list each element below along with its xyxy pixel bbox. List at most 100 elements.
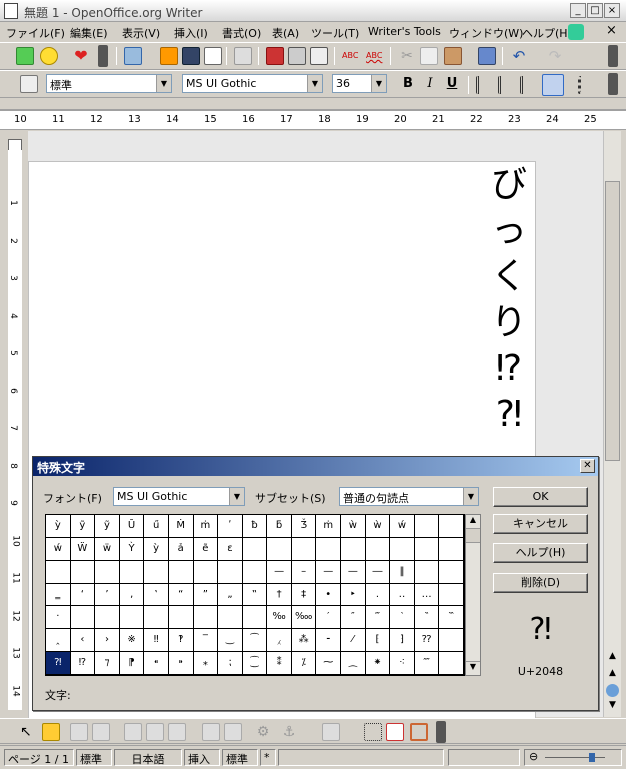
character-cell[interactable]: [193, 560, 219, 584]
character-cell[interactable]: Ỳ: [119, 537, 145, 561]
align-left-icon[interactable]: [476, 76, 494, 94]
character-cell[interactable]: †: [267, 583, 292, 607]
chevron-down-icon[interactable]: ▼: [371, 75, 386, 92]
character-cell[interactable]: [365, 537, 391, 561]
character-cell[interactable]: ‹: [70, 629, 96, 653]
character-cell[interactable]: [291, 537, 317, 561]
font-name-select[interactable]: MS UI Gothic ▼: [182, 74, 323, 93]
minimize-button[interactable]: _: [570, 3, 586, 18]
character-cell[interactable]: ⁍: [168, 652, 194, 675]
redo-icon[interactable]: ↷: [546, 47, 564, 65]
language-status[interactable]: 日本語: [114, 749, 182, 766]
extrusion-icon[interactable]: ⚙: [254, 723, 272, 741]
character-cell[interactable]: [193, 606, 219, 630]
character-cell[interactable]: [95, 606, 120, 630]
selection-mode-status[interactable]: 標準: [222, 749, 258, 766]
character-cell[interactable]: “: [168, 583, 194, 607]
scrollbar-thumb[interactable]: [605, 181, 620, 461]
character-cell[interactable]: [119, 606, 145, 630]
character-cell[interactable]: ɛ: [218, 537, 243, 561]
character-cell[interactable]: [168, 606, 194, 630]
character-cell[interactable]: ỹ: [70, 515, 96, 538]
dialog-title-bar[interactable]: 特殊文字 ✕: [33, 457, 598, 476]
dialog-font-select[interactable]: MS UI Gothic ▼: [113, 487, 245, 506]
prev-page-icon[interactable]: ▲: [606, 668, 619, 681]
character-cell[interactable]: ⁖: [390, 652, 415, 675]
italic-button[interactable]: I: [420, 74, 440, 94]
cut-icon[interactable]: ✂: [398, 47, 416, 65]
character-cell[interactable]: [439, 583, 464, 607]
character-cell[interactable]: ⁆: [390, 629, 415, 653]
character-cell[interactable]: ‶: [414, 606, 440, 630]
anchor-icon[interactable]: ⚓: [280, 723, 298, 741]
character-cell[interactable]: ‷: [439, 606, 464, 630]
horizontal-ruler[interactable]: 10 11 12 13 14 15 16 17 18 19 20 21 22 23 24 25: [0, 110, 626, 130]
ok-button[interactable]: OK: [493, 487, 588, 507]
align-right-icon[interactable]: [520, 76, 538, 94]
character-cell[interactable]: ⁉: [70, 652, 96, 675]
text-character[interactable]: び: [489, 162, 529, 208]
character-cell[interactable]: ⁀: [242, 629, 268, 653]
character-cell[interactable]: ⁒: [291, 652, 317, 675]
character-cell[interactable]: …: [414, 583, 440, 607]
styles-icon[interactable]: [20, 75, 38, 93]
print-icon[interactable]: [288, 47, 306, 65]
character-cell[interactable]: Ū: [119, 515, 145, 538]
paste-icon[interactable]: [444, 47, 462, 65]
character-cell[interactable]: ‗: [46, 583, 71, 607]
align-center-icon[interactable]: [498, 76, 516, 94]
character-cell[interactable]: —: [316, 560, 342, 584]
table-icon[interactable]: [146, 723, 164, 741]
character-cell[interactable]: ả: [168, 537, 194, 561]
menu-file[interactable]: ファイル(F): [6, 25, 65, 41]
delete-button[interactable]: 削除(D): [493, 573, 588, 593]
character-cell[interactable]: [316, 537, 342, 561]
character-cell[interactable]: ẽ: [193, 537, 219, 561]
document-close-button[interactable]: ×: [606, 23, 617, 38]
zoom-thumb[interactable]: [589, 753, 595, 762]
menu-tools[interactable]: ツール(T): [311, 25, 359, 41]
character-cell[interactable]: ⁐: [242, 652, 268, 675]
chevron-down-icon[interactable]: ▼: [463, 488, 478, 505]
toolbar-grip[interactable]: [0, 98, 626, 110]
character-cell[interactable]: ẅ: [95, 537, 120, 561]
mail-icon[interactable]: [204, 47, 222, 65]
scroll-up-icon[interactable]: ▲: [606, 651, 619, 664]
character-cell[interactable]: ―: [365, 560, 391, 584]
character-grid-scrollbar[interactable]: ▲ ▼: [465, 514, 481, 676]
form-icon[interactable]: [70, 723, 88, 741]
vertical-ruler[interactable]: 1 2 3 4 5 6 7 8 9 10 11 12 13 14: [8, 150, 22, 710]
character-cell[interactable]: ⁈: [46, 652, 71, 675]
paragraph-style-select[interactable]: 標準 ▼: [46, 74, 172, 93]
character-cell[interactable]: ⁎: [193, 652, 219, 675]
character-cell[interactable]: [439, 629, 464, 653]
menu-format[interactable]: 書式(O): [222, 25, 261, 41]
print-preview-icon[interactable]: [310, 47, 328, 65]
character-cell[interactable]: ẃ: [390, 515, 415, 538]
text-character[interactable]: っ: [489, 208, 529, 254]
character-cell[interactable]: ⁗: [414, 652, 440, 675]
character-cell[interactable]: ‸: [46, 629, 71, 653]
toolbar-overflow[interactable]: [436, 721, 446, 743]
save-icon[interactable]: [182, 47, 200, 65]
insert-mode-status[interactable]: 挿入: [184, 749, 220, 766]
character-cell[interactable]: ‽: [168, 629, 194, 653]
character-cell[interactable]: ›: [95, 629, 120, 653]
chevron-down-icon[interactable]: ▼: [229, 488, 244, 505]
character-cell[interactable]: —: [341, 560, 366, 584]
grid-icon[interactable]: [364, 723, 382, 741]
character-cell[interactable]: ‱: [291, 606, 317, 630]
character-cell[interactable]: ⁏: [218, 652, 243, 675]
maximize-button[interactable]: □: [587, 3, 603, 18]
character-cell[interactable]: ⁋: [119, 652, 145, 675]
character-cell[interactable]: [218, 560, 243, 584]
toolbar-overflow[interactable]: [608, 45, 618, 67]
scroll-down-icon[interactable]: ▼: [466, 661, 480, 675]
character-cell[interactable]: ỹ: [95, 515, 120, 538]
chart-icon[interactable]: [168, 723, 186, 741]
character-cell[interactable]: ‴: [365, 606, 391, 630]
text-character[interactable]: ⁉: [489, 346, 529, 392]
menu-edit[interactable]: 編集(E): [70, 25, 108, 41]
vertical-text[interactable]: びっくり ⁉ ⁈: [489, 162, 529, 438]
character-cell[interactable]: [95, 560, 120, 584]
